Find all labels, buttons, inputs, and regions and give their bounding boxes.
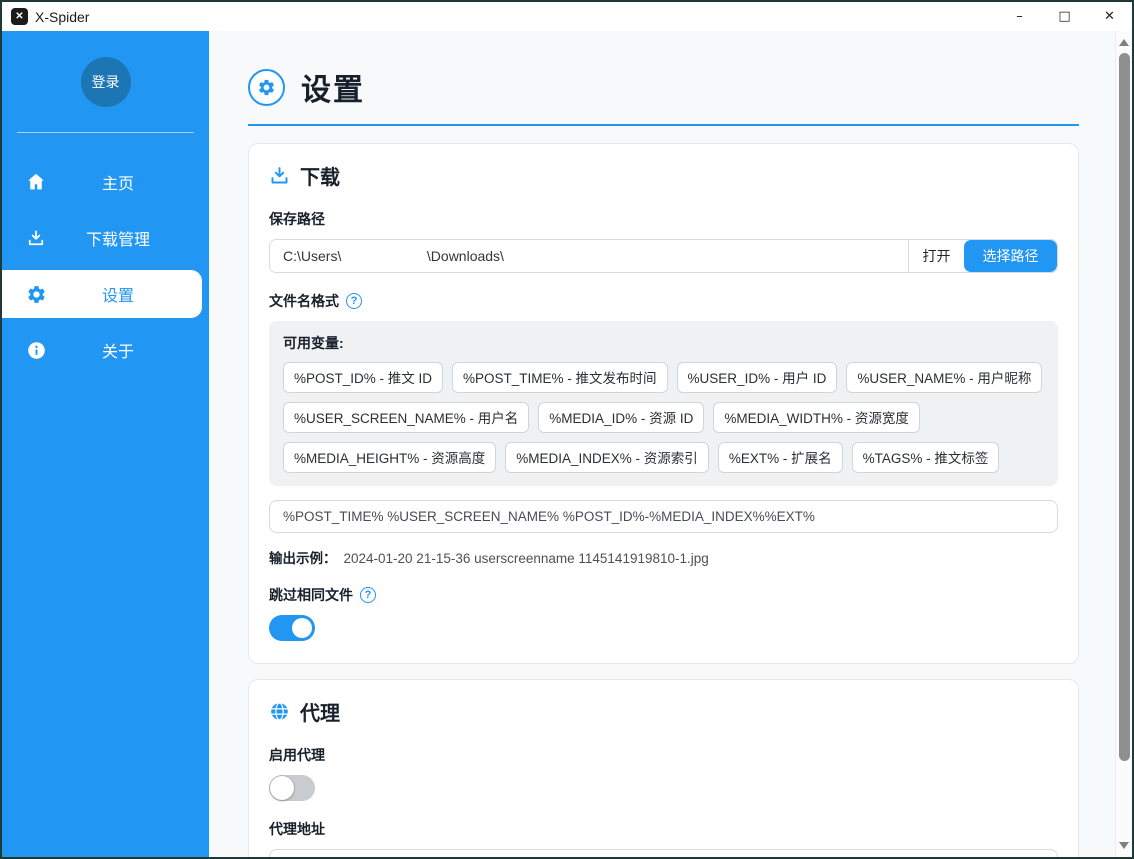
save-path-input[interactable] bbox=[270, 240, 908, 272]
save-path-group: 打开 选择路径 bbox=[269, 239, 1058, 273]
variable-chip[interactable]: %MEDIA_ID% - 资源 ID bbox=[538, 402, 704, 433]
scroll-thumb[interactable] bbox=[1119, 53, 1130, 761]
scrollbar[interactable] bbox=[1115, 31, 1132, 857]
window-controls: – □ ✕ bbox=[997, 2, 1132, 31]
variables-row: %POST_ID% - 推文 ID %POST_TIME% - 推文发布时间 %… bbox=[283, 362, 1044, 393]
skip-same-label-text: 跳过相同文件 bbox=[269, 585, 353, 605]
variables-row: %MEDIA_HEIGHT% - 资源高度 %MEDIA_INDEX% - 资源… bbox=[283, 442, 1044, 473]
variable-chip[interactable]: %POST_TIME% - 推文发布时间 bbox=[452, 362, 668, 393]
variables-row: %USER_SCREEN_NAME% - 用户名 %MEDIA_ID% - 资源… bbox=[283, 402, 1044, 433]
proxy-section-header: 代理 bbox=[269, 697, 1058, 726]
variable-chip[interactable]: %MEDIA_INDEX% - 资源索引 bbox=[505, 442, 709, 473]
sidebar-item-download-manager[interactable]: 下载管理 bbox=[2, 214, 202, 262]
variable-chip[interactable]: %USER_SCREEN_NAME% - 用户名 bbox=[283, 402, 529, 433]
page-header: 设置 bbox=[248, 65, 1079, 109]
variable-chip[interactable]: %TAGS% - 推文标签 bbox=[852, 442, 1000, 473]
skip-same-help-icon[interactable]: ? bbox=[360, 587, 376, 603]
download-icon bbox=[24, 226, 48, 250]
sidebar-item-settings[interactable]: 设置 bbox=[2, 270, 202, 318]
sidebar: 登录 主页 下载管理 bbox=[2, 31, 209, 857]
maximize-button[interactable]: □ bbox=[1042, 2, 1087, 31]
app-logo-icon: ✕ bbox=[11, 8, 28, 25]
close-button[interactable]: ✕ bbox=[1087, 2, 1132, 31]
variable-chip[interactable]: %MEDIA_HEIGHT% - 资源高度 bbox=[283, 442, 496, 473]
login-area: 登录 bbox=[2, 31, 209, 132]
filename-format-label: 文件名格式 ? bbox=[269, 291, 1058, 311]
sidebar-nav: 主页 下载管理 设置 bbox=[2, 158, 209, 374]
variable-chip[interactable]: %POST_ID% - 推文 ID bbox=[283, 362, 443, 393]
app-body: 登录 主页 下载管理 bbox=[2, 31, 1132, 857]
settings-gear-icon bbox=[248, 69, 285, 106]
settings-page: 设置 下载 保存路径 打开 选择路径 bbox=[209, 31, 1115, 857]
proxy-settings-card: 代理 启用代理 代理地址 bbox=[248, 679, 1079, 859]
variable-chip[interactable]: %USER_ID% - 用户 ID bbox=[677, 362, 838, 393]
sidebar-item-label: 关于 bbox=[48, 338, 202, 362]
open-path-button[interactable]: 打开 bbox=[908, 240, 964, 272]
output-example-value: 2024-01-20 21-15-36 userscreenname 11451… bbox=[344, 551, 709, 566]
proxy-address-label: 代理地址 bbox=[269, 819, 1058, 839]
enable-proxy-toggle[interactable] bbox=[269, 775, 315, 801]
enable-proxy-label: 启用代理 bbox=[269, 745, 1058, 765]
filename-format-input[interactable] bbox=[269, 500, 1058, 533]
titlebar: ✕ X-Spider – □ ✕ bbox=[2, 2, 1132, 31]
download-section-title: 下载 bbox=[300, 161, 340, 190]
home-icon bbox=[24, 170, 48, 194]
sidebar-item-label: 下载管理 bbox=[48, 226, 202, 250]
minimize-button[interactable]: – bbox=[997, 2, 1042, 31]
skip-same-label: 跳过相同文件 ? bbox=[269, 585, 1058, 605]
save-path-label: 保存路径 bbox=[269, 209, 1058, 229]
variable-chip[interactable]: %EXT% - 扩展名 bbox=[718, 442, 843, 473]
choose-path-button[interactable]: 选择路径 bbox=[964, 240, 1057, 272]
proxy-address-input[interactable] bbox=[269, 849, 1058, 859]
filename-format-help-icon[interactable]: ? bbox=[346, 293, 362, 309]
app-window: ✕ X-Spider – □ ✕ 登录 主页 bbox=[0, 0, 1134, 859]
page-title: 设置 bbox=[301, 65, 365, 109]
sidebar-item-label: 主页 bbox=[48, 170, 202, 194]
output-example-label: 输出示例： bbox=[269, 547, 337, 567]
output-example: 输出示例： 2024-01-20 21-15-36 userscreenname… bbox=[269, 547, 1058, 567]
window-title: X-Spider bbox=[35, 9, 89, 25]
sidebar-item-home[interactable]: 主页 bbox=[2, 158, 202, 206]
download-section-icon bbox=[269, 165, 290, 186]
globe-icon bbox=[269, 701, 290, 722]
skip-same-toggle[interactable] bbox=[269, 615, 315, 641]
download-settings-card: 下载 保存路径 打开 选择路径 文件名格式 ? 可用变量: bbox=[248, 143, 1079, 664]
sidebar-item-about[interactable]: 关于 bbox=[2, 326, 202, 374]
scroll-down-icon[interactable] bbox=[1119, 842, 1129, 849]
gear-icon bbox=[24, 282, 48, 306]
proxy-section-title: 代理 bbox=[300, 697, 340, 726]
variables-label: 可用变量: bbox=[283, 333, 1044, 353]
sidebar-divider bbox=[17, 132, 194, 133]
info-icon bbox=[24, 338, 48, 362]
filename-format-label-text: 文件名格式 bbox=[269, 291, 339, 311]
sidebar-item-label: 设置 bbox=[48, 282, 202, 306]
variable-chip[interactable]: %MEDIA_WIDTH% - 资源宽度 bbox=[713, 402, 920, 433]
variables-panel: 可用变量: %POST_ID% - 推文 ID %POST_TIME% - 推文… bbox=[269, 321, 1058, 486]
variable-chip[interactable]: %USER_NAME% - 用户昵称 bbox=[846, 362, 1042, 393]
download-section-header: 下载 bbox=[269, 161, 1058, 190]
login-button[interactable]: 登录 bbox=[81, 57, 131, 107]
main-area: 设置 下载 保存路径 打开 选择路径 bbox=[209, 31, 1132, 857]
scroll-up-icon[interactable] bbox=[1119, 39, 1129, 46]
header-rule bbox=[248, 124, 1079, 126]
